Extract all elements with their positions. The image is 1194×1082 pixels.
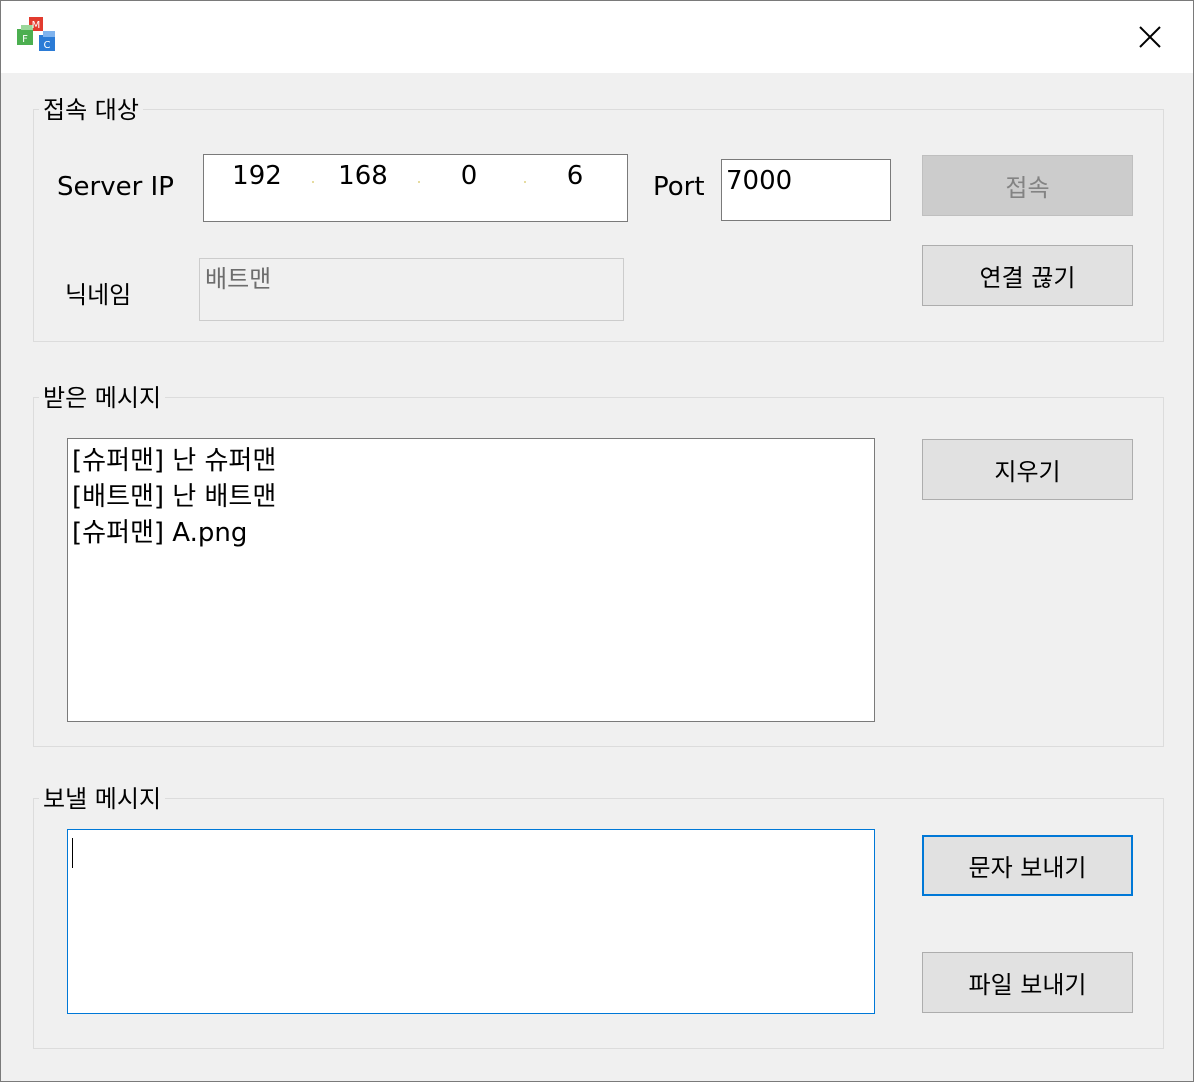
list-item[interactable]: [배트맨] 난 배트맨 xyxy=(72,479,874,515)
ip-octet-1[interactable]: 192 xyxy=(222,159,292,193)
title-bar: M F C xyxy=(1,1,1193,73)
ip-separator xyxy=(524,181,526,183)
connection-group-title: 접속 대상 xyxy=(39,95,143,125)
app-window: M F C 접속 대상 Server IP 192 168 0 6 Port 7… xyxy=(0,0,1194,1082)
server-ip-input[interactable]: 192 168 0 6 xyxy=(203,154,628,222)
close-button[interactable] xyxy=(1107,1,1193,73)
received-message-list[interactable]: [슈퍼맨] 난 슈퍼맨 [배트맨] 난 배트맨 [슈퍼맨] A.png xyxy=(67,438,875,722)
server-ip-label: Server IP xyxy=(57,172,174,202)
ip-octet-2[interactable]: 168 xyxy=(328,159,398,193)
svg-text:F: F xyxy=(22,34,28,45)
ip-octet-4[interactable]: 6 xyxy=(540,159,610,193)
clear-button[interactable]: 지우기 xyxy=(922,439,1133,500)
nickname-label: 닉네임 xyxy=(65,281,132,309)
text-caret xyxy=(72,838,73,868)
send-group-title: 보낼 메시지 xyxy=(39,784,166,814)
nickname-input[interactable]: 배트맨 xyxy=(199,258,624,321)
ip-separator xyxy=(312,181,314,183)
ip-separator xyxy=(418,181,420,183)
disconnect-button[interactable]: 연결 끊기 xyxy=(922,245,1133,306)
send-message-input[interactable] xyxy=(67,829,875,1014)
mfc-app-icon: M F C xyxy=(17,17,55,51)
list-item[interactable]: [슈퍼맨] A.png xyxy=(72,515,874,551)
port-label: Port xyxy=(653,172,705,202)
ip-octet-3[interactable]: 0 xyxy=(434,159,504,193)
port-input[interactable]: 7000 xyxy=(721,159,891,221)
close-icon xyxy=(1139,26,1161,48)
svg-text:C: C xyxy=(44,40,51,51)
list-item[interactable]: [슈퍼맨] 난 슈퍼맨 xyxy=(72,443,874,479)
port-value: 7000 xyxy=(726,166,793,196)
send-text-button[interactable]: 문자 보내기 xyxy=(922,835,1133,896)
nickname-value: 배트맨 xyxy=(205,265,272,293)
svg-text:M: M xyxy=(32,20,41,31)
send-file-button[interactable]: 파일 보내기 xyxy=(922,952,1133,1013)
received-group-title: 받은 메시지 xyxy=(39,383,166,413)
connect-button[interactable]: 접속 xyxy=(922,155,1133,216)
